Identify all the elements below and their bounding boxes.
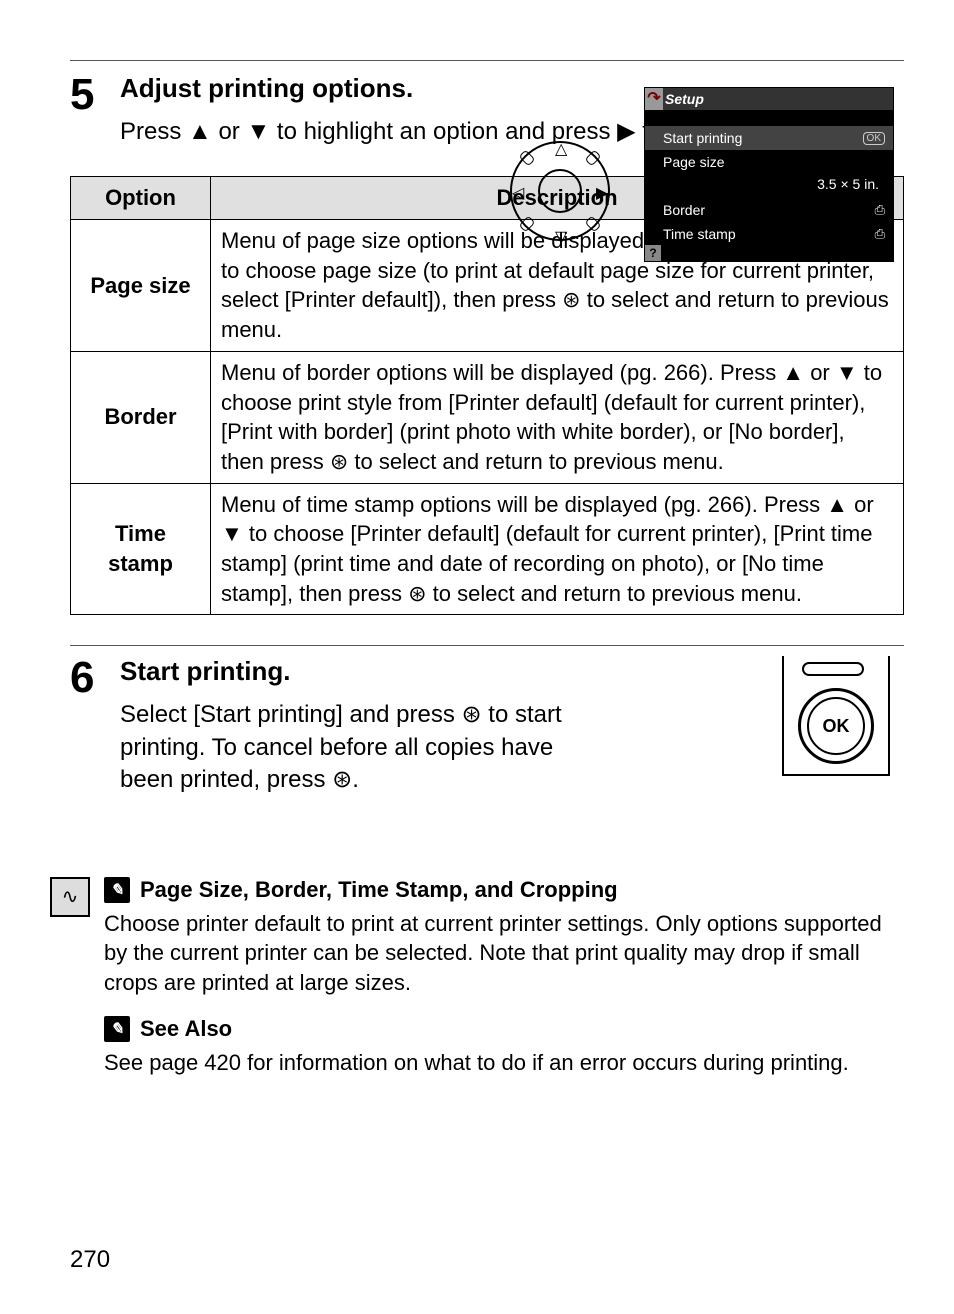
row-opt: Border: [71, 351, 211, 483]
row-desc: Menu of border options will be displayed…: [211, 351, 904, 483]
dpad-graphic: △ ▽ ◁ ▶: [500, 131, 620, 251]
setup-title: Setup: [665, 91, 704, 107]
ok-button-label: OK: [807, 697, 865, 755]
step5-text-b: or: [212, 118, 247, 145]
note1-heading: Page Size, Border, Time Stamp, and Cropp…: [140, 877, 618, 903]
step6-title: Start printing.: [120, 656, 590, 687]
setup-item-border: Border ⎙: [645, 198, 893, 222]
row-desc: Menu of time stamp options will be displ…: [211, 483, 904, 615]
setup-item-timestamp: Time stamp ⎙: [645, 222, 893, 246]
note1-body: Choose printer default to print at curre…: [104, 909, 904, 998]
setup-screen: ↷ Setup Start printing OK Page size 3.5 …: [644, 87, 894, 262]
setup-start-label: Start printing: [663, 130, 742, 146]
note2-body: See page 420 for information on what to …: [104, 1048, 904, 1078]
step5-text-a: Press: [120, 118, 188, 145]
setup-flag-icon: ↷: [645, 88, 663, 110]
table-row: Time stamp Menu of time stamp options wi…: [71, 483, 904, 615]
row-opt: Page size: [71, 220, 211, 352]
row-opt: Time stamp: [71, 483, 211, 615]
setup-pagesize-label: Page size: [663, 154, 724, 170]
page-number: 270: [70, 1246, 110, 1274]
setup-timestamp-label: Time stamp: [663, 226, 736, 242]
note2-heading: See Also: [140, 1016, 232, 1042]
step6-number: 6: [70, 656, 104, 700]
step6-text: Select [Start printing] and press ⊛ to s…: [120, 699, 590, 796]
setup-item-pagesize: Page size: [645, 150, 893, 174]
printer-icon: ⎙: [875, 202, 885, 218]
table-row: Border Menu of border options will be di…: [71, 351, 904, 483]
side-tab-icon: ∿: [50, 877, 90, 917]
ok-button-graphic: OK: [774, 656, 904, 776]
printer-icon: ⎙: [875, 226, 885, 242]
pencil-note-icon: ✎: [104, 1016, 130, 1042]
setup-ok-pill: OK: [863, 132, 885, 145]
setup-help-icon: ?: [645, 245, 661, 261]
setup-border-label: Border: [663, 202, 705, 218]
step5-number: 5: [70, 73, 104, 117]
setup-item-start: Start printing OK: [645, 126, 893, 150]
options-th-option: Option: [71, 177, 211, 220]
setup-pagesize-value: 3.5 × 5 in.: [645, 174, 893, 198]
pencil-note-icon: ✎: [104, 877, 130, 903]
